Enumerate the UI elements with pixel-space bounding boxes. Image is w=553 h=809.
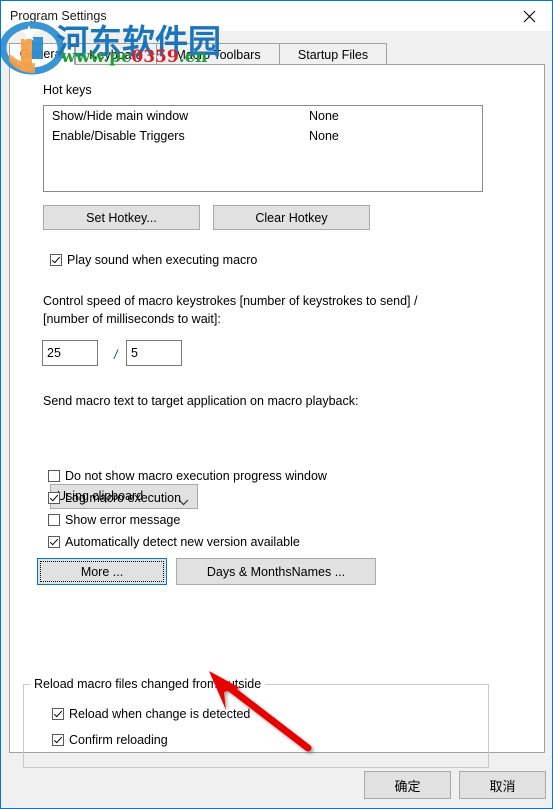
hotkey-value: None [309, 109, 339, 123]
milliseconds-input[interactable] [126, 340, 182, 366]
speed-label-line1: Control speed of macro keystrokes [numbe… [43, 294, 418, 308]
tab-strip: General Keyboard Macro Toolbars Startup … [9, 43, 545, 65]
title-bar: Program Settings [1, 1, 552, 31]
hotkey-row[interactable]: Show/Hide main window None [44, 106, 482, 126]
tab-startup-files-label: Startup Files [297, 47, 369, 62]
hotkeys-listbox[interactable]: Show/Hide main window None Enable/Disabl… [43, 105, 483, 192]
ok-button-label: 确定 [394, 778, 421, 794]
reload-group-title: Reload macro files changed from outside [30, 676, 266, 692]
speed-label-line2: [number of milliseconds to wait]: [43, 312, 221, 326]
play-sound-label: Play sound when executing macro [67, 253, 258, 267]
checkbox-box [48, 514, 60, 526]
checkbox-box [50, 254, 62, 266]
close-icon [523, 10, 535, 22]
no-progress-window-checkbox[interactable]: Do not show macro execution progress win… [48, 468, 327, 484]
confirm-reloading-checkbox[interactable]: Confirm reloading [52, 732, 168, 748]
checkbox-box [48, 536, 60, 548]
checkbox-box [48, 470, 60, 482]
tab-page-general: Hot keys Show/Hide main window None Enab… [9, 64, 545, 768]
ok-button[interactable]: 确定 [364, 771, 451, 799]
auto-detect-version-checkbox[interactable]: Automatically detect new version availab… [48, 534, 300, 550]
show-error-label: Show error message [65, 513, 181, 527]
hotkey-row[interactable]: Enable/Disable Triggers None [44, 126, 482, 146]
tab-startup-files[interactable]: Startup Files [279, 43, 387, 65]
tab-macro-toolbars-label: Macro Toolbars [175, 47, 261, 62]
reload-on-change-label: Reload when change is detected [69, 707, 251, 721]
more-button[interactable]: More ... [37, 558, 167, 585]
set-hotkey-button[interactable]: Set Hotkey... [43, 205, 200, 230]
reload-group-box [23, 684, 489, 768]
auto-detect-version-label: Automatically detect new version availab… [65, 535, 300, 549]
tab-keyboard[interactable]: Keyboard [75, 43, 157, 65]
close-button[interactable] [506, 1, 552, 31]
set-hotkey-label: Set Hotkey... [86, 210, 157, 225]
tab-macro-toolbars[interactable]: Macro Toolbars [156, 43, 280, 65]
hotkey-name: Show/Hide main window [52, 109, 189, 123]
hotkey-value: None [309, 129, 339, 143]
cancel-button-label: 取消 [489, 778, 516, 794]
window-title: Program Settings [10, 9, 107, 23]
tab-general[interactable]: General [9, 43, 75, 65]
clear-hotkey-button[interactable]: Clear Hotkey [213, 205, 370, 230]
hot-keys-label: Hot keys [43, 83, 92, 97]
clear-hotkey-label: Clear Hotkey [255, 210, 328, 225]
no-progress-window-label: Do not show macro execution progress win… [65, 469, 327, 483]
send-text-label: Send macro text to target application on… [43, 394, 359, 408]
days-months-names-button[interactable]: Days & MonthsNames ... [176, 558, 376, 585]
play-sound-checkbox[interactable]: Play sound when executing macro [50, 252, 257, 268]
checkbox-box [52, 708, 64, 720]
tab-general-label: General [19, 47, 65, 61]
checkbox-box [48, 492, 60, 504]
checkbox-box [52, 734, 64, 746]
log-macro-checkbox[interactable]: Log macro execution [48, 490, 181, 506]
hotkey-name: Enable/Disable Triggers [52, 129, 185, 143]
confirm-reloading-label: Confirm reloading [69, 733, 168, 747]
reload-on-change-checkbox[interactable]: Reload when change is detected [52, 706, 250, 722]
keystrokes-input[interactable] [42, 340, 98, 366]
speed-separator: / [114, 348, 118, 362]
more-button-label: More ... [80, 564, 124, 579]
program-settings-dialog: Program Settings General Keyboard Macro … [0, 0, 553, 809]
show-error-checkbox[interactable]: Show error message [48, 512, 180, 528]
days-months-names-label: Days & MonthsNames ... [206, 564, 346, 579]
cancel-button[interactable]: 取消 [459, 771, 546, 799]
log-macro-label: Log macro execution [65, 491, 182, 505]
tab-keyboard-label: Keyboard [89, 47, 143, 62]
